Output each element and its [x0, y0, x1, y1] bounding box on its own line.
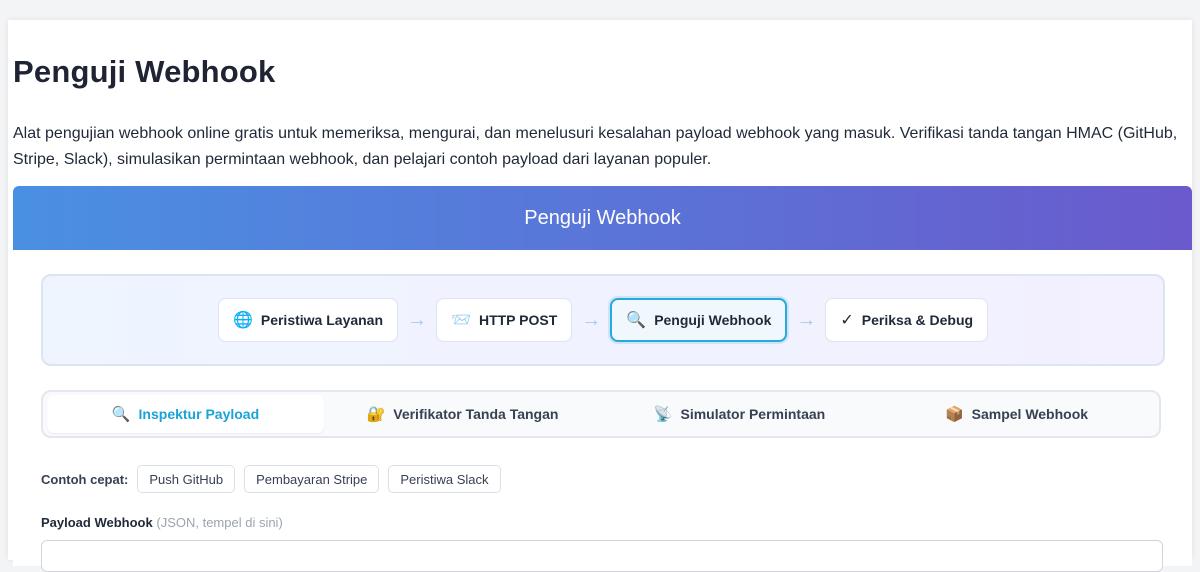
example-slack-event-button[interactable]: Peristiwa Slack — [388, 465, 501, 493]
tab-label: Inspektur Payload — [138, 406, 260, 422]
flow-step-service-event: 🌐 Peristiwa Layanan — [217, 298, 399, 342]
globe-icon: 🌐 — [232, 312, 253, 329]
tab-request-simulator[interactable]: 📡 Simulator Permintaan — [601, 395, 878, 433]
example-github-push-button[interactable]: Push GitHub — [137, 465, 236, 493]
payload-field-label: Payload Webhook (JSON, tempel di sini) — [41, 515, 283, 530]
arrow-right-icon: → — [581, 308, 602, 331]
tab-signature-verifier[interactable]: 🔐 Verifikator Tanda Tangan — [324, 395, 601, 433]
quick-examples: Contoh cepat: Push GitHub Pembayaran Str… — [41, 465, 501, 493]
payload-textarea[interactable] — [41, 540, 1163, 572]
tab-label: Verifikator Tanda Tangan — [393, 406, 559, 422]
arrow-right-icon: → — [407, 308, 428, 331]
page-title: Penguji Webhook — [13, 54, 276, 89]
tab-bar: 🔍 Inspektur Payload 🔐 Verifikator Tanda … — [41, 390, 1161, 438]
satellite-antenna-icon: 📡 — [653, 406, 673, 423]
envelope-icon: 📨 — [451, 312, 471, 329]
flow-step-label: HTTP POST — [478, 312, 558, 328]
quick-examples-label: Contoh cepat: — [41, 471, 129, 487]
app-header: Penguji Webhook — [13, 186, 1192, 250]
intro-text: Alat pengujian webhook online gratis unt… — [13, 125, 1178, 168]
checkmark-icon: ✓ — [840, 312, 854, 329]
webhook-tester-app: Penguji Webhook 🌐 Peristiwa Layanan → 📨 … — [13, 186, 1192, 572]
app-header-title: Penguji Webhook — [524, 206, 681, 229]
flow-diagram: 🌐 Peristiwa Layanan → 📨 HTTP POST → 🔍 Pe… — [41, 274, 1165, 366]
page-container: Penguji Webhook Alat pengujian webhook o… — [8, 20, 1192, 572]
tab-label: Sampel Webhook — [971, 406, 1089, 422]
payload-hint: (JSON, tempel di sini) — [156, 515, 283, 530]
magnifier-icon: 🔍 — [626, 312, 647, 329]
arrow-right-icon: → — [796, 308, 817, 331]
flow-step-label: Periksa & Debug — [861, 312, 974, 328]
tab-webhook-samples[interactable]: 📦 Sampel Webhook — [878, 395, 1155, 433]
flow-step-http-post: 📨 HTTP POST — [436, 298, 573, 342]
payload-label: Payload Webhook — [41, 515, 153, 530]
tab-label: Simulator Permintaan — [680, 406, 826, 422]
example-stripe-payment-button[interactable]: Pembayaran Stripe — [244, 465, 380, 493]
flow-step-label: Penguji Webhook — [654, 312, 772, 328]
magnifier-icon: 🔍 — [111, 406, 131, 423]
flow-step-label: Peristiwa Layanan — [260, 312, 384, 328]
package-icon: 📦 — [944, 406, 964, 423]
flow-step-webhook-tester: 🔍 Penguji Webhook — [610, 298, 788, 342]
tab-payload-inspector[interactable]: 🔍 Inspektur Payload — [47, 395, 324, 433]
flow-step-inspect-debug: ✓ Periksa & Debug — [825, 298, 989, 342]
lock-key-icon: 🔐 — [366, 406, 386, 423]
